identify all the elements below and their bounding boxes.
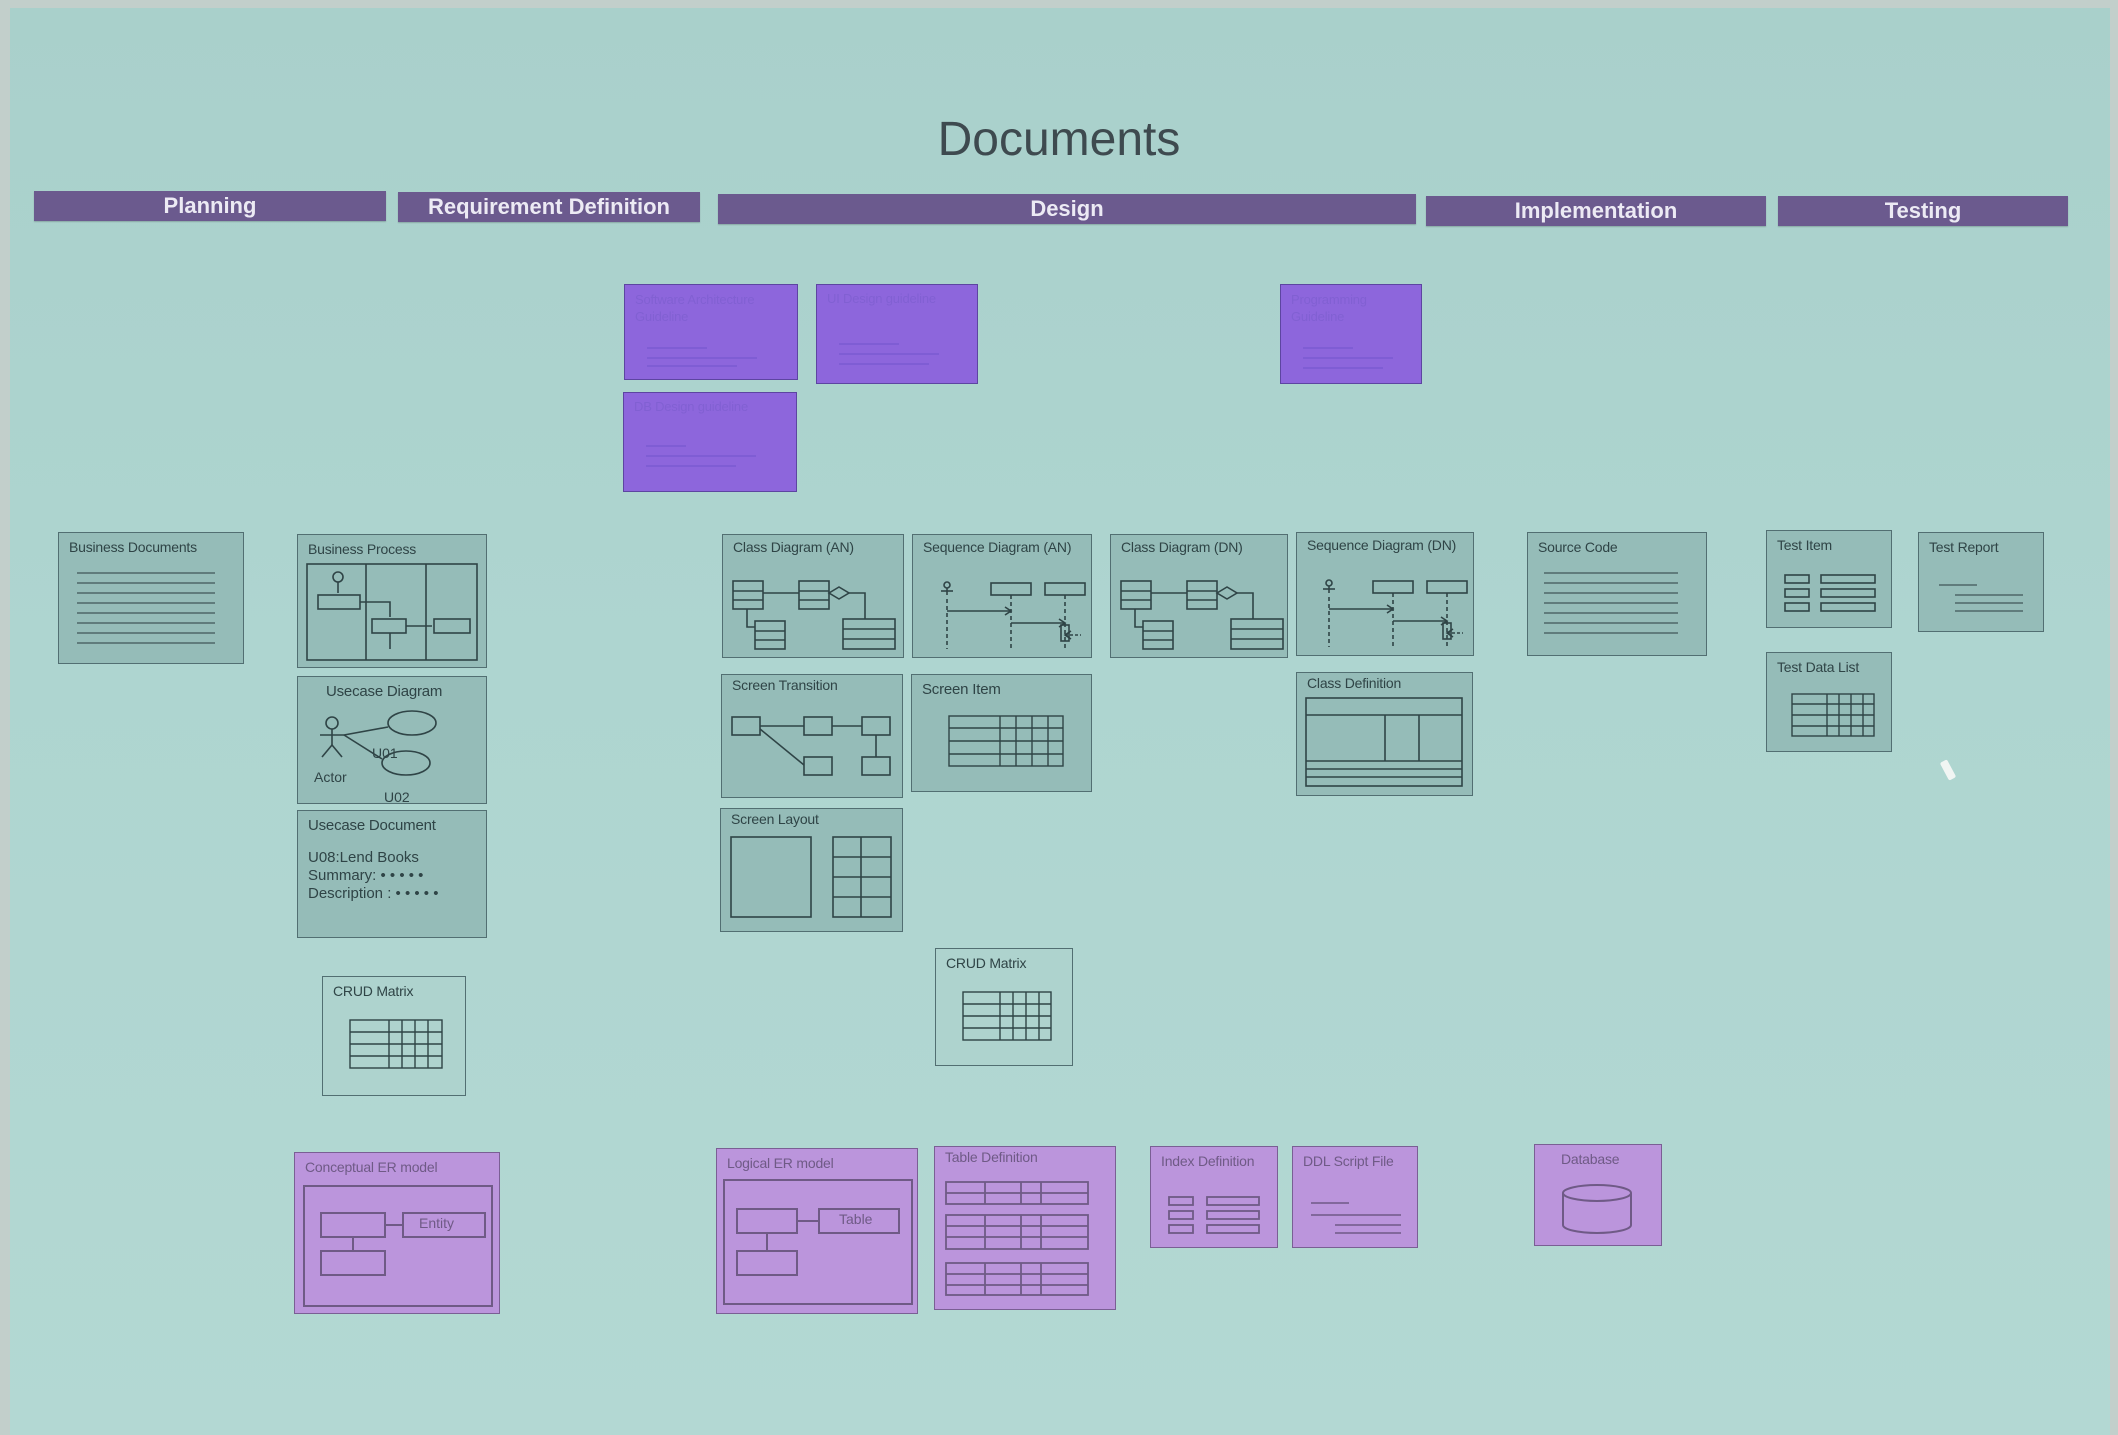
usecase-document: Usecase Document U08:Lend Books Summary:… (297, 810, 487, 938)
text-lines-icon (1544, 572, 1678, 634)
flow-diagram-icon (731, 716, 891, 776)
database: Database (1534, 1144, 1662, 1246)
source-code: Source Code (1527, 532, 1707, 656)
screen-layout: Screen Layout (720, 808, 903, 932)
swimlane-diagram-icon (306, 563, 478, 661)
table-label: Table (839, 1211, 873, 1227)
test-item: Test Item (1766, 530, 1892, 628)
logical-er-model: Logical ER model Table (716, 1148, 918, 1314)
crud-matrix-requirements: CRUD Matrix (322, 976, 466, 1096)
class-diagram-icon (1120, 580, 1284, 650)
stacked-tables-icon (945, 1181, 1089, 1296)
class-diagram-icon (732, 580, 896, 650)
index-definition: Index Definition (1150, 1146, 1278, 1248)
ddl-script-file: DDL Script File (1292, 1146, 1418, 1248)
grid-table-icon (1791, 693, 1875, 737)
definition-table-icon (1305, 697, 1463, 787)
er-diagram-icon (723, 1179, 913, 1305)
class-diagram-dn: Class Diagram (DN) (1110, 534, 1288, 658)
guideline-doc-ui-design: UI Design guideline (816, 284, 978, 384)
usecase-u01-label: U01 (372, 745, 398, 761)
guideline-doc-db-design: DB Design guideline (623, 392, 797, 492)
entity-label: Entity (419, 1215, 455, 1231)
grid-table-icon (948, 715, 1064, 767)
sequence-diagram-icon (1323, 579, 1468, 647)
usecase-doc-line-1: U08:Lend Books (308, 849, 419, 866)
grid-table-icon (349, 1019, 443, 1069)
text-lines-icon (1311, 1202, 1401, 1234)
text-lines-icon (1939, 584, 2023, 612)
usecase-diagram: Usecase Diagram U01 Actor U02 (297, 676, 487, 805)
business-process: Business Process (297, 534, 487, 668)
table-definition: Table Definition (934, 1146, 1116, 1310)
usecase-doc-line-2: Summary: • • • • • (308, 867, 424, 884)
page-title: Documents (937, 113, 1181, 166)
crud-matrix-design: CRUD Matrix (935, 948, 1073, 1066)
phase-testing: Testing (1778, 196, 2068, 226)
business-documents: Business Documents (58, 532, 244, 664)
test-data-list: Test Data List (1766, 652, 1892, 752)
grid-table-icon (962, 991, 1052, 1041)
index-list-icon (1784, 574, 1876, 612)
guideline-doc-programming: Programming Guideline (1280, 284, 1422, 384)
class-definition: Class Definition (1296, 672, 1473, 796)
guideline-doc-architecture: Software Architecture Guideline (624, 284, 798, 380)
phase-implementation: Implementation (1426, 196, 1766, 226)
screen-transition: Screen Transition (721, 674, 903, 798)
er-diagram-icon (303, 1185, 493, 1307)
phase-planning: Planning (34, 191, 386, 221)
class-diagram-an: Class Diagram (AN) (722, 534, 904, 658)
sequence-diagram-an: Sequence Diagram (AN) (912, 534, 1092, 658)
screen-item: Screen Item (911, 674, 1092, 792)
usecase-u02-label: U02 (384, 789, 410, 805)
phase-design: Design (718, 194, 1416, 224)
usecase-doc-line-3: Description : • • • • • (308, 885, 439, 902)
phase-requirement-definition: Requirement Definition (398, 192, 700, 222)
actor-label: Actor (314, 769, 347, 785)
database-cylinder-icon (1562, 1184, 1632, 1234)
text-lines-icon (77, 572, 215, 644)
conceptual-er-model: Conceptual ER model Entity (294, 1152, 500, 1314)
sequence-diagram-dn: Sequence Diagram (DN) (1296, 532, 1474, 656)
test-report: Test Report (1918, 532, 2044, 632)
layout-icon (730, 836, 892, 918)
sequence-diagram-icon (941, 581, 1086, 649)
index-list-icon (1168, 1196, 1260, 1234)
